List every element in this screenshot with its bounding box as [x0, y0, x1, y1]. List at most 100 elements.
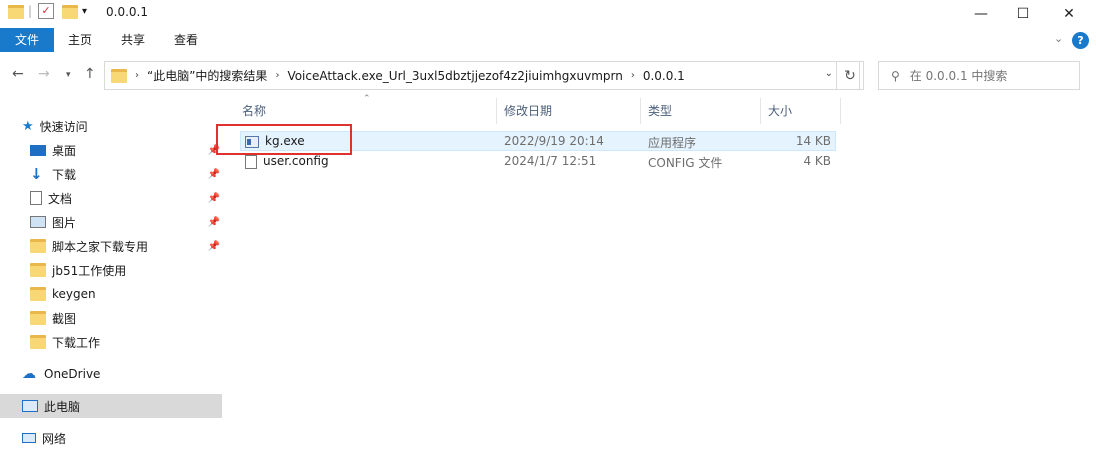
- breadcrumb-folder[interactable]: VoiceAttack.exe_Url_3uxl5dbztjjezof4z2ji…: [287, 69, 622, 83]
- nav-label: 快速访问: [39, 119, 88, 134]
- file-type: 应用程序: [648, 136, 697, 150]
- column-divider[interactable]: [496, 98, 497, 124]
- file-date: 2024/1/7 12:51: [504, 154, 597, 168]
- folder-icon: [111, 68, 127, 83]
- file-type: CONFIG 文件: [648, 156, 723, 170]
- divider: |: [28, 4, 33, 18]
- nav-label: 文档: [48, 191, 73, 206]
- forward-arrow-icon[interactable]: →: [38, 66, 50, 82]
- folder-icon: [30, 263, 46, 277]
- nav-item-documents[interactable]: 文档 📌: [0, 186, 222, 210]
- nav-item-pictures[interactable]: 图片 📌: [0, 210, 222, 234]
- nav-item-folder[interactable]: 脚本之家下载专用 📌: [0, 234, 222, 258]
- nav-item-desktop[interactable]: 桌面 📌: [0, 138, 222, 162]
- search-icon: ⚲: [891, 68, 900, 83]
- tab-file[interactable]: 文件: [0, 28, 54, 52]
- file-name: user.config: [263, 154, 329, 168]
- nav-item-folder[interactable]: 截图: [0, 306, 222, 330]
- chevron-right-icon[interactable]: ›: [275, 70, 279, 81]
- cloud-icon: ☁: [22, 366, 36, 382]
- file-icon: [245, 154, 257, 169]
- pin-icon[interactable]: 📌: [208, 217, 220, 228]
- breadcrumb-search-results[interactable]: “此电脑”中的搜索结果: [147, 67, 267, 84]
- column-divider[interactable]: [840, 98, 841, 124]
- document-icon: [30, 191, 42, 205]
- file-size: 14 KB: [795, 134, 831, 148]
- file-size: 4 KB: [803, 154, 831, 168]
- network-icon: [22, 433, 36, 443]
- folder-icon: [30, 335, 46, 349]
- refresh-icon: ↻: [844, 67, 856, 84]
- nav-network[interactable]: 网络: [0, 426, 222, 450]
- chevron-right-icon[interactable]: ›: [631, 70, 635, 81]
- refresh-button[interactable]: ↻: [836, 61, 864, 90]
- computer-icon: [22, 400, 38, 412]
- nav-label: 桌面: [52, 143, 77, 158]
- nav-item-downloads[interactable]: ↓ 下载 📌: [0, 162, 222, 186]
- address-input[interactable]: › “此电脑”中的搜索结果 › VoiceAttack.exe_Url_3uxl…: [104, 61, 860, 90]
- nav-item-folder[interactable]: 下载工作: [0, 330, 222, 354]
- folder-icon: [30, 287, 46, 301]
- ribbon: 文件 主页 共享 查看 ⌄ ?: [0, 28, 1096, 52]
- nav-label: 图片: [52, 215, 77, 230]
- expand-ribbon-icon[interactable]: ⌄: [1054, 32, 1063, 45]
- help-icon[interactable]: ?: [1072, 32, 1089, 49]
- nav-label: 脚本之家下载专用: [52, 239, 149, 254]
- pin-icon[interactable]: 📌: [208, 241, 220, 252]
- customize-toolbar-icon[interactable]: ▾: [82, 6, 87, 17]
- column-header-name[interactable]: 名称: [238, 98, 496, 124]
- title-bar: | ✓ ▾ 0.0.0.1 — ☐ ✕: [0, 0, 1096, 28]
- minimize-button[interactable]: —: [958, 0, 1004, 28]
- tab-share[interactable]: 共享: [109, 28, 157, 52]
- up-arrow-icon[interactable]: ↑: [84, 66, 96, 82]
- nav-this-pc[interactable]: 此电脑: [0, 394, 222, 418]
- desktop-icon: [30, 144, 46, 156]
- table-row[interactable]: user.config 2024/1/7 12:51 CONFIG 文件 4 K…: [240, 152, 836, 172]
- folder-icon: [30, 311, 46, 325]
- maximize-button[interactable]: ☐: [1000, 0, 1046, 28]
- window-title: 0.0.0.1: [106, 5, 148, 19]
- nav-onedrive[interactable]: ☁ OneDrive: [0, 362, 222, 386]
- folder-icon: [30, 239, 46, 253]
- close-button[interactable]: ✕: [1046, 0, 1092, 28]
- file-list: ⌃ 名称 修改日期 类型 大小 kg.exe 2022/9/19 20:14 应…: [226, 94, 1096, 458]
- tab-home[interactable]: 主页: [56, 28, 104, 52]
- chevron-right-icon[interactable]: ›: [135, 70, 139, 81]
- nav-item-folder[interactable]: jb51工作使用: [0, 258, 222, 282]
- pin-icon[interactable]: 📌: [208, 193, 220, 204]
- highlight-annotation: [216, 124, 352, 155]
- recent-locations-icon[interactable]: ▾: [66, 70, 71, 80]
- nav-label: keygen: [52, 287, 96, 301]
- nav-label: 截图: [52, 311, 77, 326]
- nav-label: 下载: [52, 167, 77, 182]
- nav-label: 下载工作: [52, 335, 101, 350]
- nav-label: 网络: [42, 431, 67, 446]
- file-name-cell[interactable]: user.config: [245, 154, 329, 169]
- pin-icon[interactable]: 📌: [208, 169, 220, 180]
- back-arrow-icon[interactable]: ←: [12, 66, 24, 82]
- nav-label: OneDrive: [44, 367, 101, 381]
- column-header-date[interactable]: 修改日期: [500, 98, 640, 124]
- nav-label: jb51工作使用: [52, 263, 127, 278]
- folder-icon: [8, 5, 24, 19]
- new-folder-icon[interactable]: [62, 5, 78, 19]
- pictures-icon: [30, 216, 46, 228]
- nav-quick-access[interactable]: ★ 快速访问: [0, 114, 222, 138]
- navigation-pane: ★ 快速访问 桌面 📌 ↓ 下载 📌 文档 📌 图片 📌 脚本之家下载专用 📌 …: [0, 100, 222, 458]
- star-icon: ★: [22, 118, 34, 134]
- breadcrumb-current[interactable]: 0.0.0.1: [643, 69, 685, 83]
- tab-view[interactable]: 查看: [162, 28, 210, 52]
- column-divider[interactable]: [760, 98, 761, 124]
- file-date: 2022/9/19 20:14: [504, 134, 604, 148]
- nav-item-folder[interactable]: keygen: [0, 282, 222, 306]
- column-divider[interactable]: [640, 98, 641, 124]
- address-bar: ← → ▾ ↑ › “此电脑”中的搜索结果 › VoiceAttack.exe_…: [0, 58, 1096, 92]
- nav-label: 此电脑: [44, 399, 81, 414]
- column-header-type[interactable]: 类型: [644, 98, 760, 124]
- search-field[interactable]: ⚲: [878, 61, 1080, 90]
- download-icon: ↓: [30, 165, 43, 183]
- properties-icon[interactable]: ✓: [38, 3, 54, 19]
- chevron-down-icon[interactable]: ⌄: [825, 68, 833, 79]
- column-header-size[interactable]: 大小: [764, 98, 840, 124]
- search-input[interactable]: [909, 68, 1070, 83]
